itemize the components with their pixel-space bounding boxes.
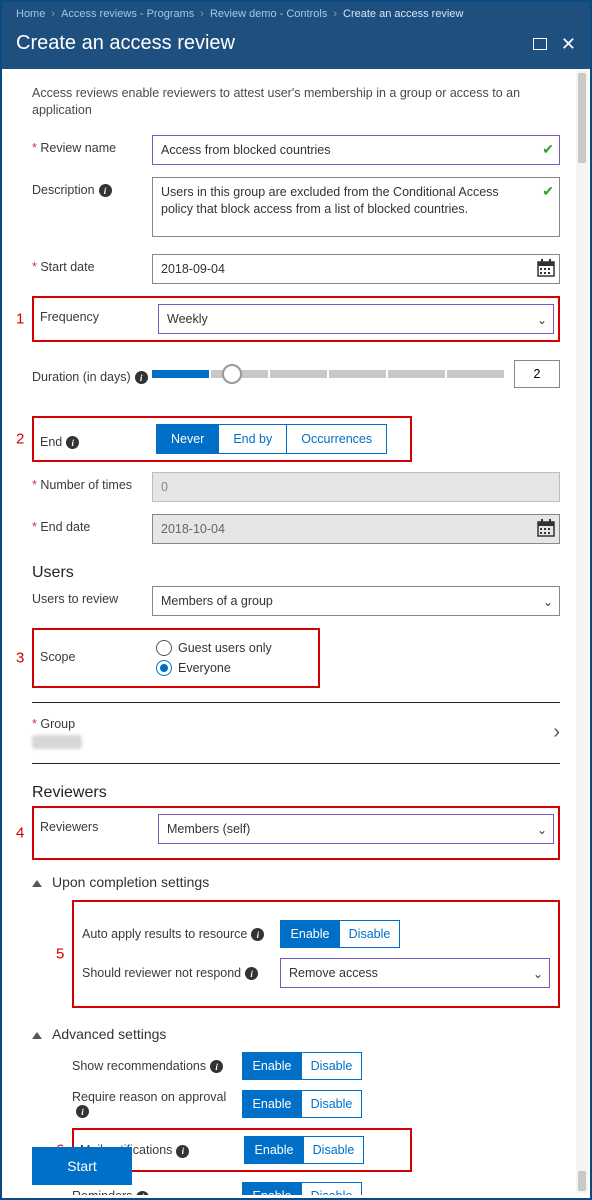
require-reason-toggle: Enable Disable bbox=[242, 1090, 362, 1118]
info-icon[interactable]: i bbox=[136, 1191, 149, 1196]
group-picker[interactable]: Group › bbox=[32, 717, 560, 749]
end-never-button[interactable]: Never bbox=[156, 424, 219, 454]
users-section-head: Users bbox=[32, 564, 560, 582]
group-value-redacted bbox=[32, 735, 82, 749]
end-occurrences-button[interactable]: Occurrences bbox=[287, 424, 387, 454]
info-icon[interactable]: i bbox=[176, 1145, 189, 1158]
label-group: Group bbox=[32, 717, 152, 731]
info-icon[interactable]: i bbox=[245, 967, 258, 980]
calendar-icon bbox=[536, 518, 556, 538]
duration-value[interactable]: 2 bbox=[514, 360, 560, 388]
calendar-icon[interactable] bbox=[536, 258, 556, 278]
label-end-date: End date bbox=[32, 514, 152, 534]
mail-enable[interactable]: Enable bbox=[244, 1136, 304, 1164]
require-reason-enable[interactable]: Enable bbox=[242, 1090, 302, 1118]
auto-apply-disable[interactable]: Disable bbox=[340, 920, 400, 948]
restore-window-icon[interactable] bbox=[533, 38, 547, 50]
label-num-times: Number of times bbox=[32, 472, 152, 492]
advanced-settings-toggle[interactable]: Advanced settings bbox=[32, 1026, 560, 1042]
label-description: Descriptioni bbox=[32, 177, 152, 198]
info-icon[interactable]: i bbox=[76, 1105, 89, 1118]
intro-text: Access reviews enable reviewers to attes… bbox=[32, 85, 560, 119]
page-title: Create an access review bbox=[16, 32, 235, 55]
start-button[interactable]: Start bbox=[32, 1147, 132, 1185]
label-require-reason: Require reason on approvali bbox=[72, 1090, 242, 1119]
reviewers-section-head: Reviewers bbox=[32, 784, 560, 802]
label-reviewers: Reviewers bbox=[38, 814, 158, 834]
annotation-4: 4 bbox=[16, 824, 24, 841]
review-name-input[interactable] bbox=[152, 135, 560, 165]
chevron-up-icon bbox=[32, 874, 42, 890]
show-rec-enable[interactable]: Enable bbox=[242, 1052, 302, 1080]
label-duration: Duration (in days)i bbox=[32, 364, 152, 385]
annotation-3: 3 bbox=[16, 649, 24, 666]
info-icon[interactable]: i bbox=[251, 928, 264, 941]
crumb-home[interactable]: Home bbox=[16, 8, 45, 20]
users-to-review-select[interactable]: Members of a group⌄ bbox=[152, 586, 560, 616]
chevron-down-icon: ⌄ bbox=[537, 823, 547, 837]
reminders-disable[interactable]: Disable bbox=[302, 1182, 362, 1195]
close-icon[interactable]: ✕ bbox=[561, 37, 576, 51]
scope-everyone-radio[interactable]: Everyone bbox=[156, 660, 272, 676]
label-show-rec: Show recommendationsi bbox=[72, 1059, 242, 1074]
require-reason-disable[interactable]: Disable bbox=[302, 1090, 362, 1118]
info-icon[interactable]: i bbox=[210, 1060, 223, 1073]
frequency-select[interactable]: Weekly⌄ bbox=[158, 304, 554, 334]
label-start-date: Start date bbox=[32, 254, 152, 274]
crumb-controls[interactable]: Review demo - Controls bbox=[210, 8, 327, 20]
show-rec-toggle: Enable Disable bbox=[242, 1052, 362, 1080]
chevron-right-icon: › bbox=[553, 721, 560, 744]
auto-apply-toggle: Enable Disable bbox=[280, 920, 400, 948]
end-segmented: Never End by Occurrences bbox=[156, 424, 387, 454]
annotation-1: 1 bbox=[16, 310, 24, 327]
chevron-down-icon: ⌄ bbox=[537, 313, 547, 327]
show-rec-disable[interactable]: Disable bbox=[302, 1052, 362, 1080]
reminders-toggle: Enable Disable bbox=[242, 1182, 362, 1195]
chevron-up-icon bbox=[32, 1026, 42, 1042]
label-scope: Scope bbox=[38, 636, 156, 664]
label-no-respond: Should reviewer not respondi bbox=[82, 966, 280, 981]
slider-knob[interactable] bbox=[222, 364, 242, 384]
panel-scrollbar[interactable] bbox=[576, 71, 588, 1193]
annotation-2: 2 bbox=[16, 430, 24, 447]
breadcrumb: Home › Access reviews - Programs › Revie… bbox=[2, 2, 590, 26]
annotation-5: 5 bbox=[56, 945, 64, 962]
crumb-programs[interactable]: Access reviews - Programs bbox=[61, 8, 194, 20]
chevron-down-icon: ⌄ bbox=[533, 967, 543, 981]
label-end: Endi bbox=[38, 429, 156, 450]
crumb-current: Create an access review bbox=[343, 8, 463, 20]
chevron-down-icon: ⌄ bbox=[543, 595, 553, 609]
label-users-to-review: Users to review bbox=[32, 586, 152, 606]
valid-check-icon: ✔ bbox=[542, 141, 554, 158]
completion-settings-toggle[interactable]: Upon completion settings bbox=[32, 874, 560, 890]
label-frequency: Frequency bbox=[38, 304, 158, 324]
scope-guest-radio[interactable]: Guest users only bbox=[156, 640, 272, 656]
duration-slider[interactable] bbox=[152, 370, 504, 378]
mail-disable[interactable]: Disable bbox=[304, 1136, 364, 1164]
num-times-input: 0 bbox=[152, 472, 560, 502]
auto-apply-enable[interactable]: Enable bbox=[280, 920, 340, 948]
label-review-name: Review name bbox=[32, 135, 152, 155]
mail-toggle: Enable Disable bbox=[244, 1136, 364, 1164]
no-respond-select[interactable]: Remove access⌄ bbox=[280, 958, 550, 988]
start-date-input[interactable]: 2018-09-04 bbox=[152, 254, 560, 284]
description-input[interactable]: Users in this group are excluded from th… bbox=[152, 177, 560, 237]
valid-check-icon: ✔ bbox=[542, 183, 554, 200]
label-reminders: Remindersi bbox=[72, 1189, 242, 1195]
end-date-input: 2018-10-04 bbox=[152, 514, 560, 544]
end-endby-button[interactable]: End by bbox=[219, 424, 287, 454]
label-auto-apply: Auto apply results to resourcei bbox=[82, 927, 280, 942]
info-icon[interactable]: i bbox=[66, 436, 79, 449]
reminders-enable[interactable]: Enable bbox=[242, 1182, 302, 1195]
info-icon[interactable]: i bbox=[135, 371, 148, 384]
info-icon[interactable]: i bbox=[99, 184, 112, 197]
reviewers-select[interactable]: Members (self)⌄ bbox=[158, 814, 554, 844]
